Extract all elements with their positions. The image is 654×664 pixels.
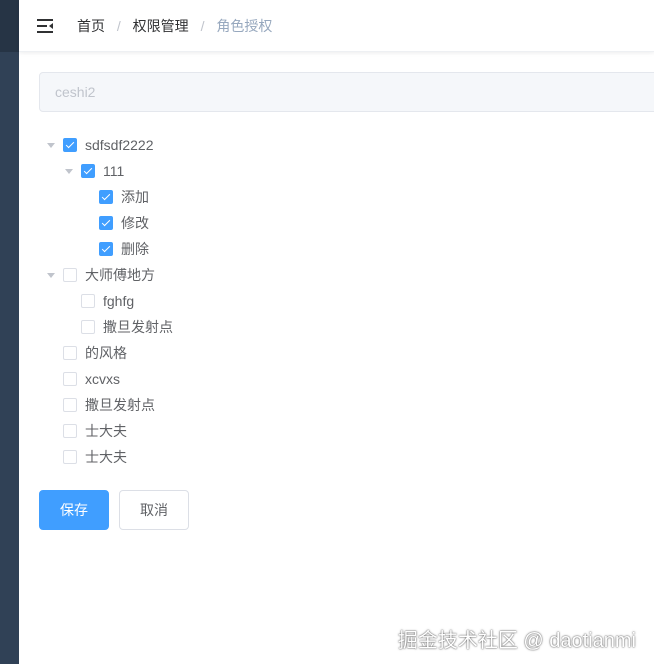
cancel-button[interactable]: 取消 <box>119 490 189 530</box>
tree-node[interactable]: 修改 <box>39 210 639 236</box>
breadcrumb-current: 角色授权 <box>216 18 273 34</box>
tree-node-checkbox[interactable] <box>99 242 113 256</box>
tree-node[interactable]: 大师傅地方 <box>39 262 639 288</box>
tree-node-label: 删除 <box>121 241 149 257</box>
tree-node-checkbox[interactable] <box>63 398 77 412</box>
role-name-input[interactable] <box>39 72 654 112</box>
tree-node[interactable]: 111 <box>39 158 639 184</box>
expand-spacer <box>39 392 63 418</box>
tree-node-label: 添加 <box>121 189 149 205</box>
breadcrumb-separator: / <box>116 18 121 34</box>
hamburger-menu-icon[interactable] <box>36 17 54 35</box>
tree-node-label: sdfsdf2222 <box>85 137 154 153</box>
tree-node[interactable]: 士大夫 <box>39 418 639 444</box>
caret-down-icon <box>47 142 55 148</box>
tree-node-checkbox[interactable] <box>81 164 95 178</box>
sidebar-header <box>0 0 19 52</box>
tree-node[interactable]: 撒旦发射点 <box>39 392 639 418</box>
tree-node[interactable]: 士大夫 <box>39 444 639 470</box>
watermark: 掘金技术社区 @ daotianmi <box>397 630 636 652</box>
breadcrumb-home[interactable]: 首页 <box>77 18 105 34</box>
tree-node[interactable]: 删除 <box>39 236 639 262</box>
navbar: 首页 / 权限管理 / 角色授权 <box>19 0 654 52</box>
tree-node-checkbox[interactable] <box>81 294 95 308</box>
save-button[interactable]: 保存 <box>39 490 109 530</box>
tree-node-label: 士大夫 <box>85 423 127 439</box>
tree-node-checkbox[interactable] <box>63 424 77 438</box>
tree-node-checkbox[interactable] <box>99 216 113 230</box>
expand-spacer <box>39 366 63 392</box>
expand-spacer <box>39 340 63 366</box>
tree-node-label: 撒旦发射点 <box>85 397 155 413</box>
tree-node-checkbox[interactable] <box>63 138 77 152</box>
expand-caret-icon[interactable] <box>57 158 81 184</box>
expand-spacer <box>75 184 99 210</box>
tree-node-label: 士大夫 <box>85 449 127 465</box>
expand-spacer <box>39 418 63 444</box>
tree-node[interactable]: 撒旦发射点 <box>39 314 639 340</box>
tree-node-label: 的风格 <box>85 345 127 361</box>
expand-caret-icon[interactable] <box>39 132 63 158</box>
tree-node[interactable]: 的风格 <box>39 340 639 366</box>
tree-node[interactable]: 添加 <box>39 184 639 210</box>
expand-spacer <box>57 314 81 340</box>
tree-node[interactable]: fghfg <box>39 288 639 314</box>
tree-node-label: 撒旦发射点 <box>103 319 173 335</box>
tree-node-checkbox[interactable] <box>63 372 77 386</box>
tree-node-label: 111 <box>103 163 125 179</box>
tree-node-checkbox[interactable] <box>99 190 113 204</box>
tree-node[interactable]: xcvxs <box>39 366 639 392</box>
sidebar <box>0 0 19 664</box>
tree-node-label: 修改 <box>121 215 149 231</box>
expand-caret-icon[interactable] <box>39 262 63 288</box>
tree-node-checkbox[interactable] <box>81 320 95 334</box>
expand-spacer <box>57 288 81 314</box>
caret-down-icon <box>65 168 73 174</box>
caret-down-icon <box>47 272 55 278</box>
breadcrumb-separator: / <box>200 18 205 34</box>
permission-tree: sdfsdf2222 111 添加 修改 删除 大师傅地方 fghfg 撒旦发射点 的风格 xcv… <box>39 132 639 470</box>
expand-spacer <box>75 210 99 236</box>
tree-node[interactable]: sdfsdf2222 <box>39 132 639 158</box>
breadcrumb-permission-management[interactable]: 权限管理 <box>133 18 189 34</box>
expand-spacer <box>75 236 99 262</box>
tree-node-checkbox[interactable] <box>63 450 77 464</box>
tree-node-checkbox[interactable] <box>63 268 77 282</box>
expand-spacer <box>39 444 63 470</box>
tree-node-checkbox[interactable] <box>63 346 77 360</box>
tree-node-label: 大师傅地方 <box>85 267 155 283</box>
tree-node-label: xcvxs <box>85 371 120 387</box>
breadcrumb: 首页 / 权限管理 / 角色授权 <box>77 18 272 34</box>
tree-node-label: fghfg <box>103 293 135 309</box>
